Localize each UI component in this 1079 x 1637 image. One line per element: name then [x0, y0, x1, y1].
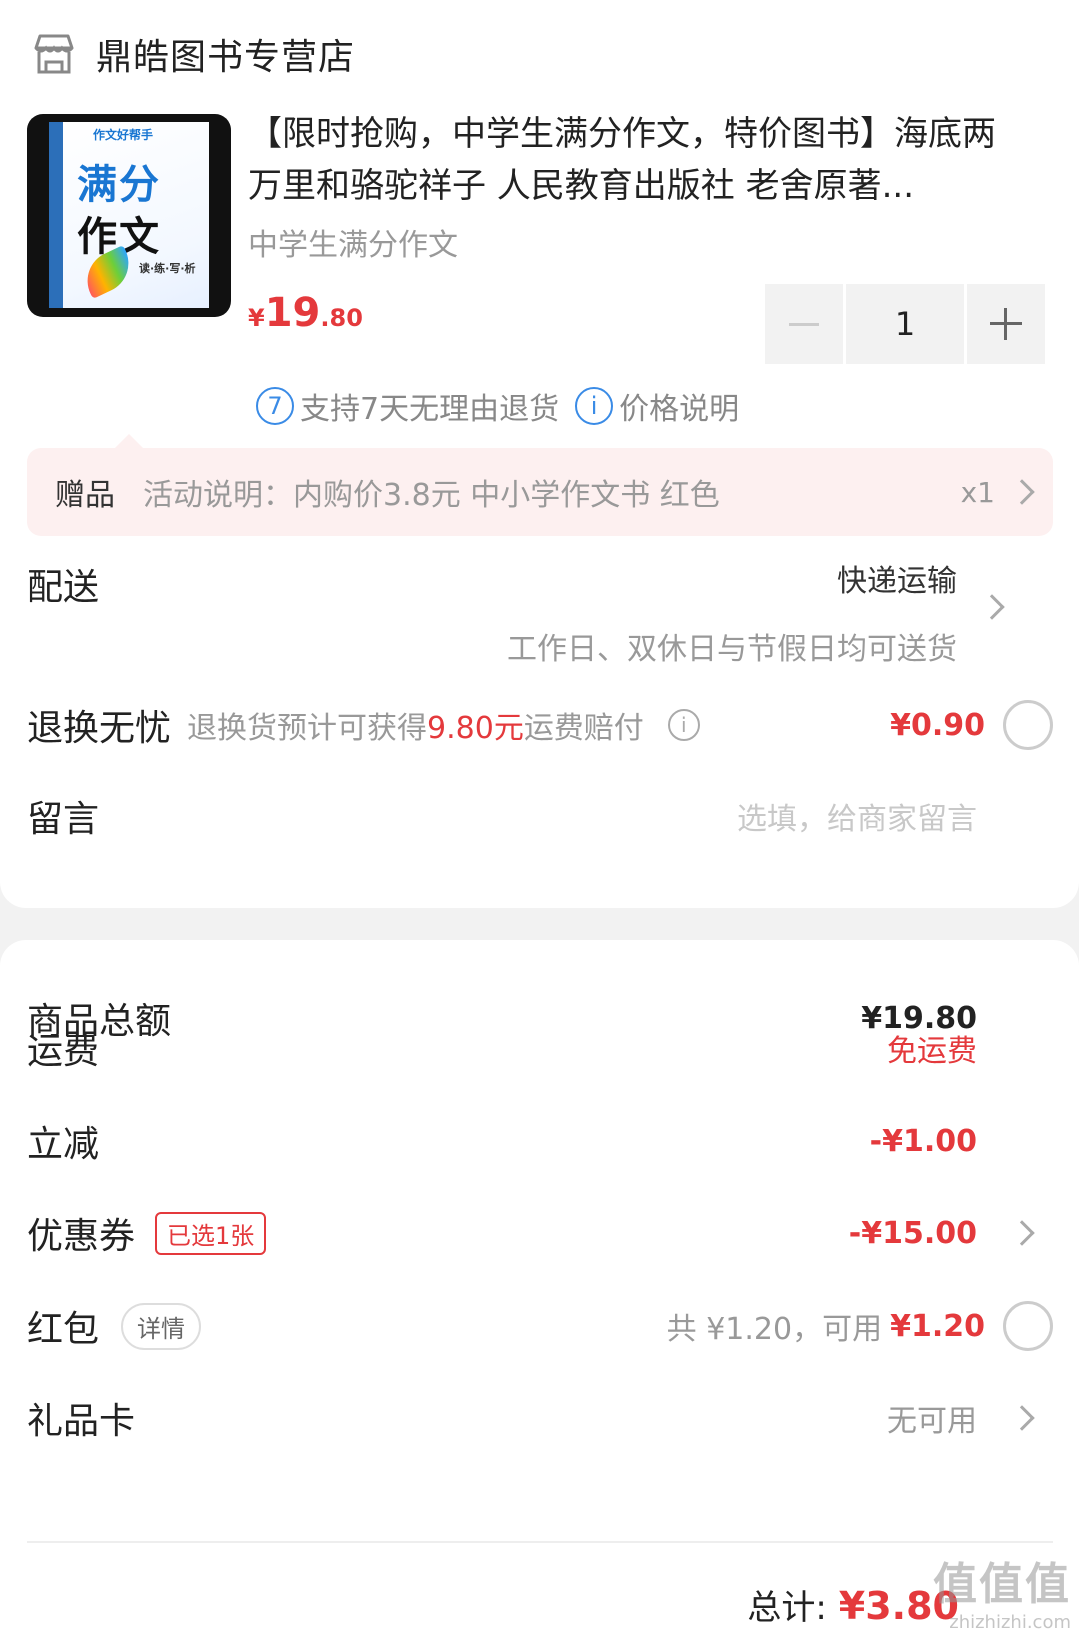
product-spec: 中学生满分作文	[248, 228, 458, 263]
discount-label: 立减	[27, 1124, 100, 1165]
message-label: 留言	[27, 799, 100, 840]
cover-top-text: 作文好帮手	[93, 128, 154, 142]
redpacket-total: 共 ¥1.20，可用	[666, 1312, 883, 1347]
giftcard-value: 无可用	[887, 1404, 977, 1439]
giftcard-label: 礼品卡	[27, 1401, 136, 1442]
order-total: 总计: ¥3.80	[747, 1580, 959, 1629]
total-label: 总计:	[747, 1588, 827, 1628]
refund-label: 退换无忧	[27, 708, 172, 749]
plus-icon	[990, 308, 1022, 340]
redpacket-row: 红包 详情 共 ¥1.20，可用 ¥1.20	[27, 1296, 1053, 1356]
shipping-value: 免运费	[887, 1034, 977, 1069]
delivery-row[interactable]: 配送 快递运输 工作日、双休日与节假日均可送货	[27, 556, 1053, 668]
delivery-label: 配送	[27, 567, 100, 608]
product-thumbnail[interactable]: 作文好帮手 满分 作文 读·练·写·析	[27, 114, 231, 317]
redpacket-label: 红包	[27, 1309, 100, 1350]
delivery-note: 工作日、双休日与节假日均可送货	[507, 632, 957, 667]
chevron-right-icon	[1009, 1405, 1035, 1431]
refund-price: ¥0.90	[890, 707, 985, 743]
chevron-right-icon	[979, 594, 1005, 620]
store-icon	[34, 34, 74, 74]
order-card: 鼎皓图书专营店 作文好帮手 满分 作文 读·练·写·析 【限时抢购，中学生满分作…	[0, 0, 1079, 908]
delivery-info: 快递运输 工作日、双休日与节假日均可送货	[507, 556, 957, 668]
message-row[interactable]: 留言 选填，给商家留言	[27, 786, 1053, 846]
increase-button[interactable]	[967, 284, 1045, 364]
redpacket-available: ¥1.20	[890, 1308, 985, 1344]
info-icon[interactable]: i	[667, 709, 700, 741]
shop-name: 鼎皓图书专营店	[96, 37, 356, 78]
discount-row: 立减 -¥1.00	[27, 1111, 1053, 1171]
shipping-label: 运费	[27, 1031, 100, 1072]
product-price: ¥19.80	[248, 290, 363, 336]
gift-label: 赠品	[55, 478, 115, 513]
gift-description: 活动说明：内购价3.8元 中小学作文书 红色	[143, 478, 720, 513]
refund-right: ¥0.90	[890, 700, 1053, 750]
minus-icon	[789, 322, 819, 326]
delivery-method: 快递运输	[837, 564, 957, 599]
product-title[interactable]: 【限时抢购，中学生满分作文，特价图书】海底两万里和骆驼祥子 人民教育出版社 老舍…	[248, 108, 1018, 212]
return-policy-text[interactable]: 支持7天无理由退货	[300, 384, 559, 428]
refund-description: 退换货预计可获得9.80元运费赔付	[187, 711, 644, 746]
giftcard-row[interactable]: 礼品卡 无可用	[27, 1388, 1053, 1448]
gift-pointer	[115, 434, 143, 448]
cover-tags: 读·练·写·析	[139, 262, 196, 275]
info-icon: i	[575, 387, 614, 425]
price-integer: 19	[264, 290, 321, 336]
chevron-right-icon	[1009, 1220, 1035, 1246]
site-watermark: 值值值 zhizhizhi.com	[933, 1548, 1071, 1633]
discount-value: -¥1.00	[869, 1123, 977, 1159]
shop-header[interactable]: 鼎皓图书专营店	[30, 28, 355, 80]
price-currency: ¥	[248, 304, 265, 332]
cover-title-line1: 满分	[77, 162, 161, 208]
watermark-url: zhizhizhi.com	[949, 1612, 1071, 1633]
quantity-stepper: 1	[765, 284, 1045, 364]
gift-row[interactable]: 赠品 活动说明：内购价3.8元 中小学作文书 红色 x1	[27, 434, 1053, 536]
refund-radio[interactable]	[1003, 700, 1053, 750]
coupon-value: -¥15.00	[848, 1215, 977, 1251]
redpacket-details-button[interactable]: 详情	[121, 1302, 202, 1350]
coupon-row[interactable]: 优惠券 已选1张 -¥15.00	[27, 1203, 1053, 1263]
price-decimal: .80	[320, 304, 363, 332]
redpacket-radio[interactable]	[1003, 1301, 1053, 1351]
decrease-button[interactable]	[765, 284, 843, 364]
price-explanation-link[interactable]: 价格说明	[619, 384, 739, 428]
refund-insurance-row[interactable]: 退换无忧 退换货预计可获得9.80元运费赔付 i ¥0.90	[27, 695, 1053, 755]
gift-quantity: x1	[960, 475, 995, 509]
service-badges: 7 支持7天无理由退货 i 价格说明	[256, 384, 739, 428]
return-7day-icon: 7	[256, 387, 294, 425]
shipping-row: 运费 免运费	[27, 1018, 1053, 1078]
quantity-value[interactable]: 1	[846, 284, 964, 364]
divider	[27, 1541, 1053, 1543]
coupon-selected-tag: 已选1张	[155, 1211, 267, 1255]
message-placeholder: 选填，给商家留言	[737, 802, 977, 837]
coupon-label: 优惠券	[27, 1216, 136, 1257]
book-cover: 作文好帮手 满分 作文 读·练·写·析	[49, 122, 209, 308]
chevron-right-icon	[1009, 479, 1035, 505]
watermark-logo: 值值值	[933, 1559, 1071, 1610]
message-input[interactable]: 选填，给商家留言	[737, 794, 977, 838]
